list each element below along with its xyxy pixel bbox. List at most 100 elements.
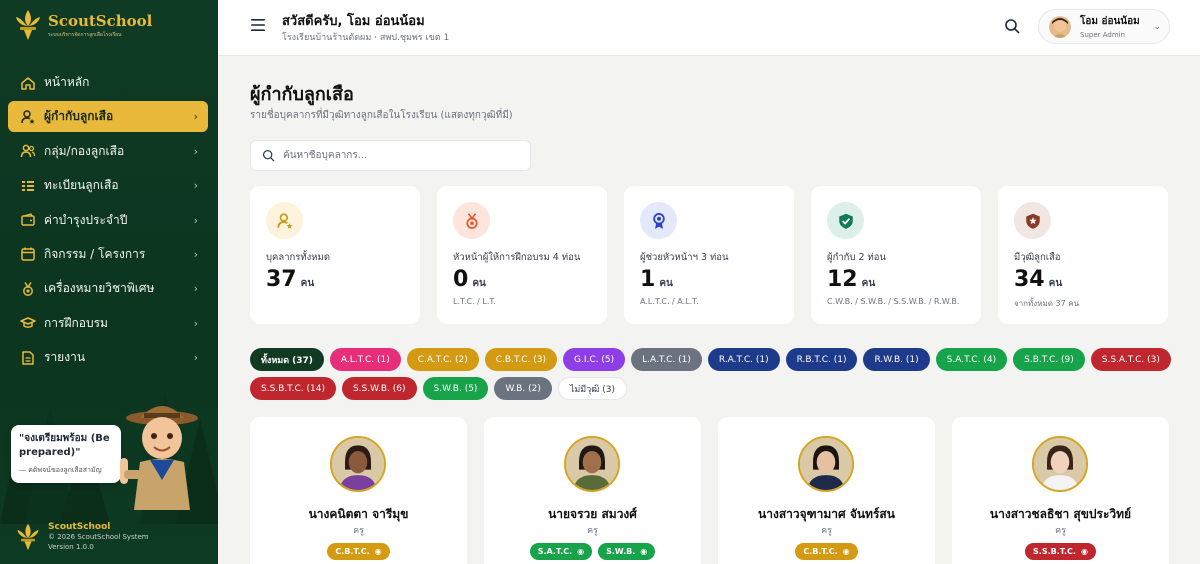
- filter-chip[interactable]: G.I.C. (5): [563, 348, 626, 371]
- filter-chip[interactable]: S.B.T.C. (9): [1013, 348, 1085, 371]
- qualification-badge[interactable]: S.A.T.C. ◉: [529, 543, 593, 560]
- filter-chip[interactable]: S.W.B. (5): [422, 377, 489, 400]
- staff-role: ครู: [353, 526, 364, 536]
- users-icon: [20, 144, 36, 158]
- filter-chip[interactable]: C.B.T.C. (3): [484, 348, 557, 371]
- chevron-right-icon: ›: [193, 351, 198, 365]
- sidebar-item-9[interactable]: รายงาน ›: [8, 342, 208, 373]
- brand-subtitle: ระบบบริหารจัดการลูกเสือโรงเรียน: [48, 31, 122, 38]
- stat-note: C.W.B. / S.W.B. / S.S.W.B. / R.W.B.: [827, 297, 960, 306]
- quote-bubble: "จงเตรียมพร้อม (Be prepared)" — คติพจน์ข…: [11, 425, 121, 483]
- footer-copyright: © 2026 ScoutSchool System: [48, 533, 149, 541]
- sidebar-item-3[interactable]: กลุ่ม/กองลูกเสือ ›: [8, 136, 208, 167]
- filter-chip[interactable]: S.S.A.T.C. (3): [1090, 348, 1171, 371]
- staff-photo: [798, 436, 854, 492]
- sidebar-item-label: ทะเบียนลูกเสือ: [44, 178, 119, 193]
- calendar-icon: [21, 247, 35, 262]
- filter-chip[interactable]: W.B. (2): [494, 377, 552, 400]
- stat-card: หัวหน้าผู้ให้การฝึกอบรม 4 ท่อน 0 คน L.T.C. …: [437, 186, 607, 324]
- chevron-down-icon: ⌄: [1153, 21, 1161, 32]
- stat-label: มีวุฒิลูกเสือ: [1014, 252, 1061, 263]
- sidebar-item-4[interactable]: ทะเบียนลูกเสือ ›: [8, 170, 208, 201]
- scout-mascot-illustration: [120, 406, 198, 510]
- sidebar-item-5[interactable]: ค่าบำรุงประจำปี ›: [8, 205, 208, 236]
- badge-label: C.B.T.C.: [803, 547, 838, 556]
- top-header: สวัสดีครับ, โอม อ่อนน้อม โรงเรียนบ้านร้า…: [218, 0, 1200, 56]
- staff-photo: [564, 436, 620, 492]
- staff-search-input[interactable]: [283, 150, 513, 161]
- sidebar-item-label: กิจกรรม / โครงการ: [44, 246, 146, 261]
- search-icon[interactable]: [1004, 18, 1020, 34]
- sidebar-item-6[interactable]: กิจกรรม / โครงการ ›: [8, 239, 208, 270]
- filter-chip[interactable]: S.A.T.C. (4): [935, 348, 1008, 371]
- stat-value: 12 คน: [827, 267, 875, 292]
- sidebar-item-label: การฝึกอบรม: [44, 315, 108, 330]
- user-menu[interactable]: โอม อ่อนน้อม Super Admin ⌄: [1038, 9, 1170, 44]
- user-name: โอม อ่อนน้อม: [1080, 16, 1140, 27]
- scout-fleur-de-lis-logo: [17, 523, 39, 551]
- wallet-icon: [21, 213, 35, 226]
- stat-note: L.T.C. / L.T.: [453, 297, 496, 306]
- stat-card: มีวุฒิลูกเสือ 34 คน จากทั้งหมด 37 คน: [998, 186, 1168, 324]
- filter-chip[interactable]: L.A.T.C. (1): [631, 348, 702, 371]
- staff-card[interactable]: นางสาวชลธิชา สุขประวิทย์ ครู S.S.B.T.C. ◉: [952, 417, 1169, 564]
- stat-icon-circle: [266, 202, 303, 239]
- qualification-badge[interactable]: C.B.T.C. ◉: [327, 543, 390, 560]
- stat-unit: คน: [659, 278, 673, 289]
- quote-author: — คติพจน์ของลูกเสือสามัญ: [19, 466, 102, 474]
- sidebar-item-label: กลุ่ม/กองลูกเสือ: [44, 143, 125, 158]
- chevron-right-icon: ›: [193, 179, 198, 193]
- stat-number: 34: [1014, 267, 1045, 292]
- shield-check-icon: [838, 213, 853, 229]
- qualification-badge[interactable]: S.S.B.T.C. ◉: [1025, 543, 1096, 560]
- filter-chip[interactable]: R.A.T.C. (1): [707, 348, 780, 371]
- sidebar: ScoutSchool ระบบบริหารจัดการลูกเสือโรงเร…: [0, 0, 218, 564]
- stat-unit: คน: [300, 278, 315, 289]
- staff-card[interactable]: นางคนิตตา จารีมุข ครู C.B.T.C. ◉: [250, 417, 467, 564]
- stat-card: บุคลากรทั้งหมด 37 คน: [250, 186, 420, 324]
- stat-icon-circle: [640, 202, 677, 239]
- stat-number: 12: [827, 267, 858, 292]
- user-avatar: [1049, 15, 1071, 38]
- filter-chip[interactable]: R.B.T.C. (1): [785, 348, 858, 371]
- staff-role: ครู: [587, 526, 598, 536]
- qualification-badge[interactable]: C.B.T.C. ◉: [795, 543, 858, 560]
- staff-photo: [1032, 436, 1088, 492]
- filter-chip[interactable]: ทั้งหมด (37): [250, 348, 324, 371]
- sidebar-item-7[interactable]: เครื่องหมายวิชาพิเศษ ›: [8, 273, 208, 304]
- staff-photo: [330, 436, 386, 492]
- greeting-text: สวัสดีครับ, โอม อ่อนน้อม: [282, 14, 425, 29]
- stat-label: หัวหน้าผู้ให้การฝึกอบรม 4 ท่อน: [453, 252, 581, 263]
- stat-value: 0 คน: [453, 267, 486, 292]
- staff-card[interactable]: นายจรวย สมวงศ์ ครู S.A.T.C. ◉ S.W.B. ◉: [484, 417, 701, 564]
- main-content: ผู้กำกับลูกเสือ รายชื่อบุคลากรที่มีวุฒิท…: [218, 57, 1200, 564]
- qualification-badge[interactable]: S.W.B. ◉: [598, 543, 656, 560]
- stats-row: บุคลากรทั้งหมด 37 คน หัวหน้าผู้ให้การฝึกอบร…: [250, 186, 1168, 324]
- brand[interactable]: ScoutSchool ระบบบริหารจัดการลูกเสือโรงเร…: [14, 8, 152, 42]
- badge-label: S.W.B.: [606, 547, 636, 556]
- sidebar-nav: หน้าหลัก ผู้กำกับลูกเสือ › กลุ่ม/กองลูกเสือ…: [8, 67, 208, 377]
- filter-chip[interactable]: S.S.W.B. (6): [341, 377, 417, 400]
- menu-toggle-icon[interactable]: [250, 18, 266, 32]
- sidebar-item-1[interactable]: หน้าหลัก: [8, 67, 208, 98]
- filter-chip[interactable]: R.W.B. (1): [863, 348, 930, 371]
- stat-note: จากทั้งหมด 37 คน: [1014, 299, 1080, 308]
- staff-card-grid: นางคนิตตา จารีมุข ครู C.B.T.C. ◉ นายจรวย สมว…: [250, 417, 1169, 564]
- staff-card[interactable]: นางสาวจุฑามาศ จันทร์สน ครู C.B.T.C. ◉: [718, 417, 935, 564]
- qualification-filters: ทั้งหมด (37) A.L.T.C. (1) C.A.T.C. (2) C.B.…: [250, 348, 1190, 400]
- stat-unit: คน: [472, 278, 486, 289]
- stat-number: 1: [640, 267, 656, 292]
- filter-chip[interactable]: ไม่มีวุฒิ (3): [557, 377, 628, 400]
- filter-chip[interactable]: S.S.B.T.C. (14): [250, 377, 336, 400]
- stat-unit: คน: [861, 278, 876, 289]
- stat-label: บุคลากรทั้งหมด: [266, 252, 330, 263]
- badge-label: C.B.T.C.: [335, 547, 370, 556]
- filter-chip[interactable]: A.L.T.C. (1): [329, 348, 401, 371]
- filter-chip[interactable]: C.A.T.C. (2): [406, 348, 479, 371]
- shield-star-icon: [1025, 213, 1040, 229]
- sidebar-item-8[interactable]: การฝึกอบรม ›: [8, 308, 208, 339]
- stat-note: A.L.T.C. / A.L.T.: [640, 297, 699, 306]
- qualification-badges: S.S.B.T.C. ◉: [952, 543, 1169, 560]
- staff-search-box: [250, 140, 531, 171]
- sidebar-item-2[interactable]: ผู้กำกับลูกเสือ ›: [8, 101, 208, 133]
